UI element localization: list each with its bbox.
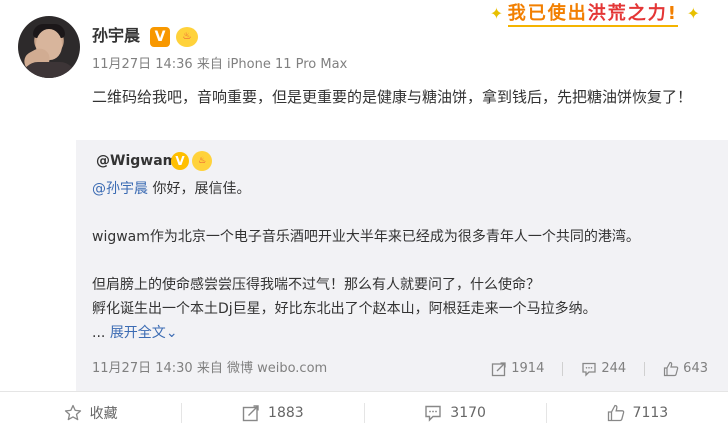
repost-like-stat[interactable]: 643	[663, 360, 708, 378]
repost-count: 1883	[268, 404, 304, 421]
repost-greeting: 你好，展信佳。	[148, 181, 251, 197]
verified-icon: V	[150, 27, 170, 47]
mention-link[interactable]: @孙宇晨	[92, 181, 148, 197]
repost-line: @孙宇晨 你好，展信佳。	[92, 177, 712, 201]
weibo-post: 孙宇晨 V ♨ ✦ 我已使出洪荒之力! ✦ 11月27日 14:36 来自 iP…	[0, 0, 728, 433]
like-button[interactable]: 7113	[547, 392, 728, 433]
repost-username[interactable]: @Wigwam	[96, 152, 177, 170]
repost-share-count: 1914	[511, 361, 545, 376]
favorite-label: 收藏	[89, 405, 118, 422]
comment-icon	[582, 362, 596, 377]
vip-icon: V	[171, 152, 189, 170]
thumbs-up-icon	[607, 404, 624, 421]
banner-underline	[507, 25, 678, 27]
avatar[interactable]	[18, 16, 80, 78]
chevron-down-icon[interactable]: ⌄	[166, 325, 178, 341]
favorite-button[interactable]: 收藏	[0, 392, 181, 433]
share-icon	[242, 404, 259, 421]
repost-like-count: 643	[683, 361, 708, 376]
banner-text-part2: 洪荒之力	[587, 3, 668, 24]
repost-comment-count: 244	[601, 361, 627, 376]
repost-share-stat[interactable]: 1914	[491, 360, 544, 378]
share-icon	[492, 362, 506, 377]
thumbs-up-icon	[664, 361, 679, 377]
action-bar: 收藏 1883 3170 7113	[0, 392, 728, 433]
divider	[644, 362, 646, 376]
repost-body: @孙宇晨 你好，展信佳。 wigwam作为北京一个电子音乐酒吧开业大半年来已经成…	[92, 177, 712, 345]
post-meta[interactable]: 11月27日 14:36 来自 iPhone 11 Pro Max	[92, 56, 347, 74]
banner-text-part1: 我已使出	[507, 3, 588, 24]
repost-line: 但肩膀上的使命感尝尝压得我喘不过气！那么有人就要问了，什么使命？	[92, 277, 540, 293]
repost-button[interactable]: 1883	[182, 392, 363, 433]
fan-badge-icon[interactable]: ♨	[192, 151, 212, 171]
star-icon	[64, 404, 81, 420]
repost-meta[interactable]: 11月27日 14:30 来自 微博 weibo.com	[92, 360, 327, 378]
expand-full-text-link[interactable]: 展开全文	[110, 325, 166, 341]
repost-card: @Wigwam V ♨ @孙宇晨 你好，展信佳。 wigwam作为北京一个电子音…	[76, 140, 728, 391]
spark-icon: ✦	[686, 4, 702, 23]
emoji-banner: ✦ 我已使出洪荒之力! ✦	[489, 0, 700, 28]
post-username[interactable]: 孙宇晨	[92, 26, 140, 46]
comment-count: 3170	[450, 404, 486, 421]
divider	[562, 362, 564, 376]
repost-comment-stat[interactable]: 244	[581, 360, 626, 378]
repost-stats: 1914 244 643	[473, 360, 708, 378]
repost-line: wigwam作为北京一个电子音乐酒吧开业大半年来已经成为很多青年人一个共同的港湾…	[92, 229, 640, 245]
avatar-shirt	[22, 62, 76, 78]
fan-badge-icon[interactable]: ♨	[176, 27, 198, 47]
comment-icon	[425, 405, 441, 422]
comment-button[interactable]: 3170	[365, 392, 546, 433]
repost-line: ... 展开全文⌄	[92, 321, 712, 345]
ellipsis: ...	[92, 325, 110, 341]
repost-line: 孵化诞生出一个本土Dj巨星，好比东北出了个赵本山，阿根廷走来一个马拉多纳。	[92, 301, 597, 317]
spark-icon: ✦	[489, 4, 506, 23]
post-text: 二维码给我吧，音响重要，但是更重要的是健康与糖油饼，拿到钱后，先把糖油饼恢复了！	[92, 88, 693, 106]
banner-text-part3: !	[667, 3, 678, 24]
like-count: 7113	[632, 404, 669, 421]
